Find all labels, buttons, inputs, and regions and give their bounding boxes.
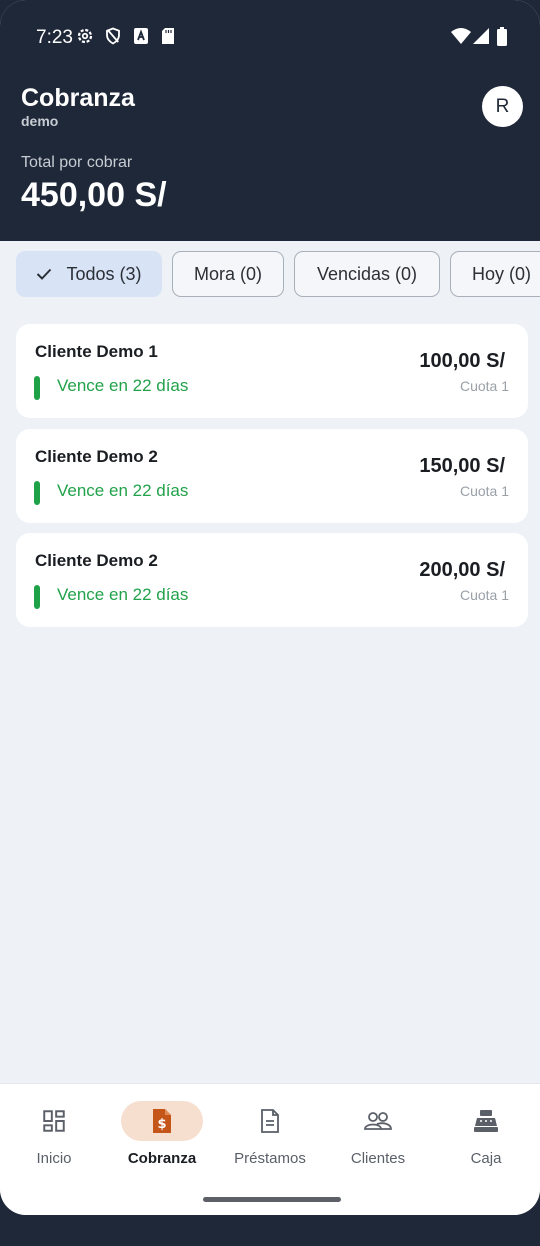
client-name: Cliente Demo 1 bbox=[35, 342, 158, 361]
filter-chip-label: Vencidas (0) bbox=[316, 263, 418, 284]
payment-card[interactable]: Cliente Demo 2 Vence en 22 días 200,00 S… bbox=[16, 533, 528, 627]
status-indicator bbox=[34, 585, 40, 609]
bottom-navigation: Inicio $ Cobranza Préstamos Clientes Caj… bbox=[0, 1083, 540, 1215]
nav-item-label: Préstamos bbox=[234, 1150, 306, 1167]
payment-card[interactable]: Cliente Demo 2 Vence en 22 días 150,00 S… bbox=[16, 429, 528, 523]
filter-chip-hoy[interactable]: Hoy (0) bbox=[450, 251, 540, 297]
app-screen: 7:23 Cobranza demo R Total por cobrar 45… bbox=[0, 0, 540, 1215]
nav-item-prestamos[interactable]: Préstamos bbox=[216, 1084, 324, 1184]
filter-chip-vencidas[interactable]: Vencidas (0) bbox=[294, 251, 440, 297]
people-icon bbox=[337, 1101, 419, 1141]
due-text: Vence en 22 días bbox=[57, 481, 189, 500]
nav-item-cobranza[interactable]: $ Cobranza bbox=[108, 1084, 216, 1184]
document-icon bbox=[229, 1101, 311, 1141]
client-name: Cliente Demo 2 bbox=[35, 551, 158, 570]
nav-item-label: Cobranza bbox=[127, 1150, 197, 1167]
status-indicator bbox=[34, 481, 40, 505]
nav-item-clientes[interactable]: Clientes bbox=[324, 1084, 432, 1184]
nav-item-label: Inicio bbox=[36, 1150, 72, 1167]
filter-chip-todos[interactable]: Todos (3) bbox=[16, 251, 162, 297]
check-icon bbox=[36, 267, 52, 281]
status-bar: 7:23 bbox=[0, 0, 540, 74]
payment-amount: 100,00 S/ bbox=[419, 350, 505, 372]
avatar[interactable]: R bbox=[482, 86, 523, 127]
quota-label: Cuota 1 bbox=[459, 378, 509, 394]
filter-chip-label: Todos (3) bbox=[66, 263, 142, 284]
payment-amount: 150,00 S/ bbox=[419, 455, 505, 477]
page-title: Cobranza bbox=[21, 84, 135, 112]
shield-icon bbox=[104, 27, 122, 50]
settings-icon bbox=[76, 27, 94, 50]
due-text: Vence en 22 días bbox=[57, 376, 189, 395]
filter-chip-label: Hoy (0) bbox=[472, 263, 532, 284]
filter-chips: Todos (3) Mora (0) Vencidas (0) Hoy (0) bbox=[0, 251, 540, 299]
battery-icon bbox=[496, 27, 508, 52]
status-indicator bbox=[34, 376, 40, 400]
cash-register-icon bbox=[445, 1101, 527, 1141]
dashboard-icon bbox=[13, 1101, 95, 1141]
due-text: Vence en 22 días bbox=[57, 585, 189, 604]
nav-item-caja[interactable]: Caja bbox=[432, 1084, 540, 1184]
payment-amount: 200,00 S/ bbox=[419, 559, 505, 581]
cell-signal-icon bbox=[472, 27, 490, 50]
svg-text:$: $ bbox=[157, 1117, 166, 1132]
total-label: Total por cobrar bbox=[21, 154, 133, 171]
wifi-icon bbox=[451, 27, 471, 50]
total-value: 450,00 S/ bbox=[21, 176, 167, 214]
invoice-dollar-icon: $ bbox=[121, 1101, 203, 1141]
status-time: 7:23 bbox=[36, 27, 73, 48]
header: 7:23 Cobranza demo R Total por cobrar 45… bbox=[0, 0, 540, 241]
sd-card-icon bbox=[161, 27, 175, 50]
nav-item-inicio[interactable]: Inicio bbox=[0, 1084, 108, 1184]
nav-item-label: Caja bbox=[470, 1150, 502, 1167]
client-name: Cliente Demo 2 bbox=[35, 447, 158, 466]
payment-card[interactable]: Cliente Demo 1 Vence en 22 días 100,00 S… bbox=[16, 324, 528, 418]
quota-label: Cuota 1 bbox=[459, 587, 509, 603]
filter-chip-mora[interactable]: Mora (0) bbox=[172, 251, 284, 297]
font-a-icon bbox=[133, 27, 149, 50]
nav-item-label: Clientes bbox=[350, 1150, 406, 1167]
filter-chip-label: Mora (0) bbox=[193, 263, 262, 284]
quota-label: Cuota 1 bbox=[459, 483, 509, 499]
home-indicator[interactable] bbox=[203, 1197, 341, 1202]
page-subtitle: demo bbox=[21, 113, 59, 129]
